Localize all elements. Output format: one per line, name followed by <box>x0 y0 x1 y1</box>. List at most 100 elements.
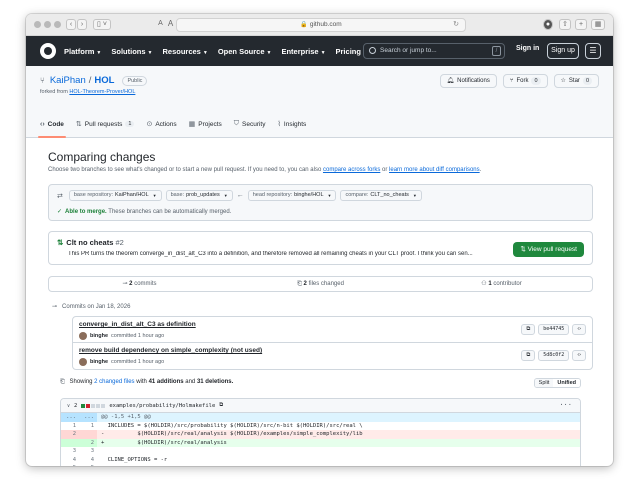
chevron-down-icon: ▼ <box>152 193 157 198</box>
path-separator: / <box>88 75 92 86</box>
unified-view-button[interactable]: Unified <box>553 379 580 387</box>
file-diff: ∨ 2 examples/probability/Holmakefile ⧉ ·… <box>60 398 581 466</box>
split-view-button[interactable]: Split <box>534 379 554 387</box>
expand-right[interactable]: ... <box>79 413 97 422</box>
expand-left[interactable]: ... <box>61 413 79 422</box>
commit-sha-link[interactable]: 5d8c0f2 <box>538 350 570 361</box>
search-input[interactable]: Search or jump to... / <box>363 43 505 59</box>
new-tab-icon[interactable]: + <box>575 19 587 30</box>
commit-icon: ⊸ <box>52 304 58 310</box>
compare-stats: ⊸ 2 commits ⎗ 2 files changed ⚇ 1 contri… <box>48 276 593 292</box>
sign-up-button[interactable]: Sign up <box>547 43 579 59</box>
tab-code[interactable]: ‹› Code <box>38 110 66 138</box>
nav-open-source[interactable]: Open Source ▼ <box>218 47 272 56</box>
pull-request-icon: ⇅ <box>520 246 528 253</box>
base-repository-select[interactable]: base repository: KaiPhan/HOL ▼ <box>68 190 162 201</box>
address-bar[interactable]: 🔒 github.com ↻ <box>176 18 466 32</box>
graph-icon: ⌇ <box>277 121 281 128</box>
table-icon: ▦ <box>188 121 196 128</box>
compare-branch-select[interactable]: compare: CLT_no_cheats ▼ <box>340 190 422 201</box>
tab-actions[interactable]: ⊙ Actions <box>146 110 176 138</box>
commit-author[interactable]: binghe <box>90 333 108 339</box>
back-button[interactable]: ‹ <box>66 19 76 30</box>
browser-toolbar: ‹ › ▯ ˅ A A 🔒 github.com ↻ ● ⇧ + ▦ <box>26 14 613 36</box>
nav-solutions[interactable]: Solutions ▼ <box>111 47 152 56</box>
merge-status: ✓ Able to merge. These branches can be au… <box>57 209 232 215</box>
github-header: Platform ▼ Solutions ▼ Resources ▼ Open Sou… <box>26 36 613 66</box>
commit-sha-link[interactable]: be44745 <box>538 324 570 335</box>
menu-icon[interactable]: ☰ <box>585 43 601 59</box>
copy-icon[interactable]: ⧉ <box>521 324 536 335</box>
diff-file-path[interactable]: examples/probability/Holmakefile <box>109 403 215 409</box>
repo-actions: 🔔︎ Notifications ⑂ Fork 0 ☆ Star 0 <box>439 74 599 88</box>
browse-code-icon[interactable]: ‹› <box>572 324 586 335</box>
copy-icon[interactable]: ⧉ <box>521 350 536 361</box>
lock-icon: 🔒 <box>300 22 308 28</box>
play-icon: ⊙ <box>146 121 153 128</box>
sign-in-link[interactable]: Sign in <box>516 45 539 52</box>
close-window-button[interactable] <box>34 21 41 28</box>
chevron-down-icon: ▼ <box>202 49 208 56</box>
pull-requests-count: 1 <box>125 121 135 127</box>
learn-more-link[interactable]: learn more about diff comparisons <box>389 167 480 173</box>
contributors-stat[interactable]: ⚇ 1 contributor <box>411 277 592 291</box>
sidebar-toggle-button[interactable]: ▯ ˅ <box>93 19 111 30</box>
commit-message-link[interactable]: remove build dependency on simple_comple… <box>79 347 262 354</box>
tab-overview-icon[interactable]: ▦ <box>591 19 605 30</box>
view-pull-request-button[interactable]: ⇅ View pull request <box>513 242 584 257</box>
forked-from-link[interactable]: HOL-Theorem-Prover/HOL <box>69 89 135 95</box>
search-shortcut-key: / <box>492 46 501 56</box>
text-larger-button[interactable]: A <box>166 19 175 30</box>
main-nav: Platform ▼ Solutions ▼ Resources ▼ Open Sou… <box>64 36 361 66</box>
tab-projects[interactable]: ▦ Projects <box>189 110 222 138</box>
github-logo-icon[interactable] <box>40 43 56 59</box>
extension-icon[interactable]: ● <box>543 19 553 30</box>
commit-meta: binghe committed 1 hour ago <box>79 358 164 366</box>
text-smaller-button[interactable]: A <box>156 19 165 30</box>
commit-author[interactable]: binghe <box>90 359 108 365</box>
avatar[interactable] <box>79 358 87 366</box>
diff-hunk-header: ...... @@ -1,5 +1,5 @@ <box>61 413 580 422</box>
bell-icon: 🔔︎ <box>446 78 455 84</box>
copy-icon[interactable]: ⧉ <box>219 402 223 409</box>
page-title: Comparing changes <box>48 150 156 164</box>
repo-owner-link[interactable]: KaiPhan <box>50 75 86 86</box>
diff-line-deleted: 2- $(HOLDIR)/src/real/analysis $(HOLDIR)… <box>61 430 580 439</box>
star-count: 0 <box>582 77 592 85</box>
notifications-button[interactable]: 🔔︎ Notifications <box>439 74 497 88</box>
chevron-down-icon: ▼ <box>223 193 228 198</box>
zoom-window-button[interactable] <box>54 21 61 28</box>
nav-platform[interactable]: Platform ▼ <box>64 47 101 56</box>
minimize-window-button[interactable] <box>44 21 51 28</box>
pr-title: ⇅ Clt no cheats #2 <box>57 238 124 247</box>
changed-files-link[interactable]: 2 changed files <box>94 379 134 385</box>
browse-code-icon[interactable]: ‹› <box>572 350 586 361</box>
nav-pricing[interactable]: Pricing <box>336 47 361 56</box>
star-button[interactable]: ☆ Star 0 <box>553 74 599 88</box>
tab-pull-requests[interactable]: ⇅ Pull requests 1 <box>76 110 135 138</box>
tab-insights[interactable]: ⌇ Insights <box>277 110 306 138</box>
reload-icon[interactable]: ↻ <box>453 19 459 31</box>
file-diff-icon: ⎗ <box>60 379 65 385</box>
nav-enterprise[interactable]: Enterprise ▼ <box>281 47 325 56</box>
share-icon[interactable]: ⇧ <box>559 19 571 30</box>
files-stat[interactable]: ⎗ 2 files changed <box>230 277 411 291</box>
repo-name-link[interactable]: HOL <box>94 75 114 86</box>
base-branch-select[interactable]: base: prob_updates ▼ <box>165 190 233 201</box>
commit-message-link[interactable]: converge_in_dist_alt_C3 as definition <box>79 321 196 328</box>
commits-date-header: ⊸ Commits on Jan 18, 2026 <box>52 303 131 311</box>
forward-button[interactable]: › <box>77 19 87 30</box>
range-editor: ⇄ base repository: KaiPhan/HOL ▼ base: prob… <box>48 184 593 221</box>
head-repository-select[interactable]: head repository: binghe/HOL ▼ <box>247 190 337 201</box>
nav-resources[interactable]: Resources ▼ <box>163 47 208 56</box>
diff-line-added: 2 + $(HOLDIR)/src/real/analysis <box>61 438 580 447</box>
more-options-icon[interactable]: ··· <box>559 401 572 409</box>
avatar[interactable] <box>79 332 87 340</box>
fork-button[interactable]: ⑂ Fork 0 <box>502 74 548 88</box>
list-item: converge_in_dist_alt_C3 as definition bi… <box>73 317 592 343</box>
tab-security[interactable]: ⛉ Security <box>234 110 266 138</box>
diff-line: 11 INCLUDES = $(HOLDIR)/src/probability … <box>72 422 363 429</box>
commits-stat[interactable]: ⊸ 2 commits <box>49 277 230 291</box>
compare-across-forks-link[interactable]: compare across forks <box>323 167 380 173</box>
chevron-down-icon[interactable]: ∨ <box>67 403 70 409</box>
